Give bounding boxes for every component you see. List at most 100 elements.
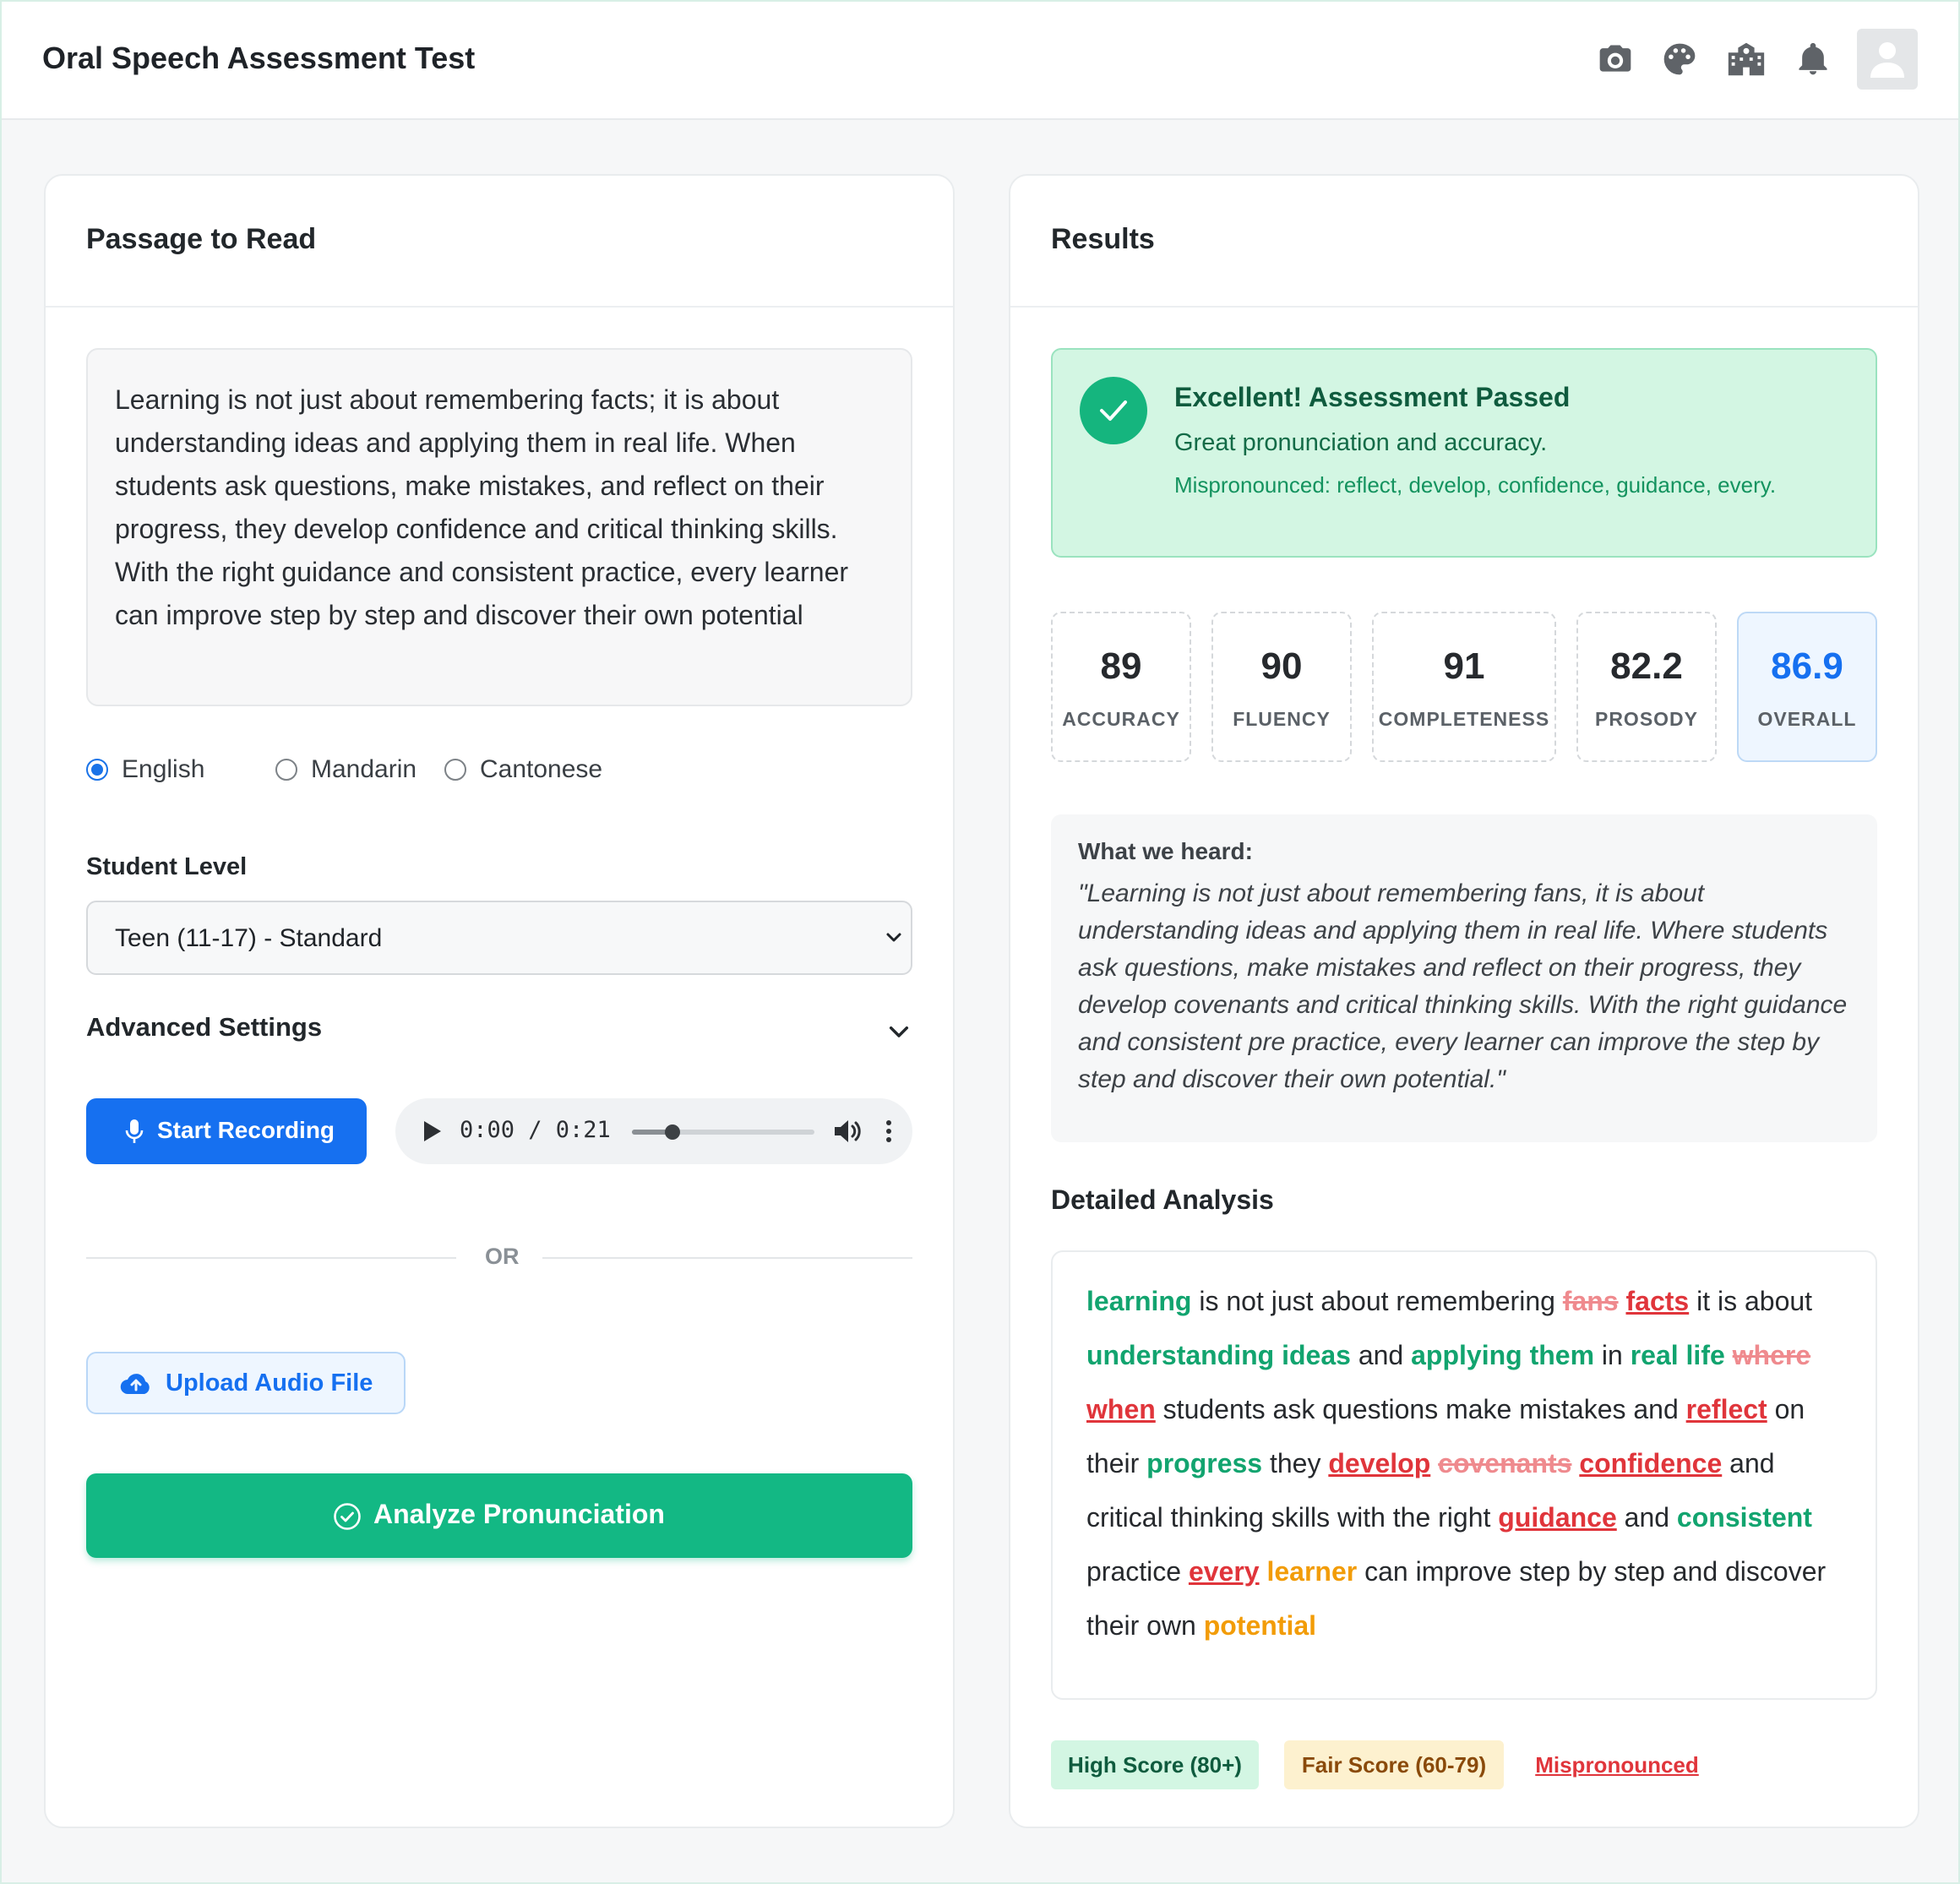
analysis-word-mis: guidance xyxy=(1498,1502,1617,1533)
app-title: Oral Speech Assessment Test xyxy=(42,41,476,75)
score-fluency: 90 FLUENCY xyxy=(1211,612,1352,762)
radio-label-english[interactable]: English xyxy=(122,755,204,784)
more-options-icon[interactable] xyxy=(885,1119,892,1148)
chevron-down-icon xyxy=(885,1019,912,1050)
audio-player: 0:00 / 0:21 xyxy=(395,1098,912,1164)
passage-card: Passage to Read Learning is not just abo… xyxy=(44,174,955,1828)
analysis-word-plain: in xyxy=(1601,1340,1623,1370)
divider-left xyxy=(86,1257,456,1259)
analysis-word-high: consistent xyxy=(1676,1502,1812,1533)
score-value: 86.9 xyxy=(1771,645,1843,687)
user-avatar[interactable] xyxy=(1857,29,1918,90)
results-card-header: Results xyxy=(1010,176,1918,308)
bell-icon[interactable] xyxy=(1794,41,1832,78)
analysis-word-plain: it is about xyxy=(1696,1286,1813,1316)
start-recording-label: Start Recording xyxy=(157,1117,335,1143)
start-recording-button[interactable]: Start Recording xyxy=(86,1098,367,1164)
analysis-word-plain: is not just about remembering xyxy=(1199,1286,1555,1316)
analysis-word-del: where xyxy=(1732,1340,1811,1370)
radio-label-cantonese[interactable]: Cantonese xyxy=(480,755,602,784)
score-value: 90 xyxy=(1260,645,1303,687)
detailed-analysis-title: Detailed Analysis xyxy=(1051,1184,1274,1215)
score-overall: 86.9 OVERALL xyxy=(1737,612,1877,762)
score-label: COMPLETENESS xyxy=(1378,708,1550,730)
score-value: 89 xyxy=(1100,645,1142,687)
analysis-word-plain: students ask questions make mistakes and xyxy=(1162,1394,1679,1424)
analysis-word-plain: they xyxy=(1269,1448,1321,1478)
score-value: 82.2 xyxy=(1610,645,1683,687)
or-divider-text: OR xyxy=(485,1244,520,1269)
analysis-word-high: real life xyxy=(1630,1340,1725,1370)
result-banner-title: Excellent! Assessment Passed xyxy=(1174,382,1571,412)
play-icon[interactable] xyxy=(421,1119,443,1147)
top-bar: Oral Speech Assessment Test xyxy=(2,2,1958,120)
advanced-settings-label: Advanced Settings xyxy=(86,1012,323,1042)
legend-fair-label: Fair Score (60-79) xyxy=(1301,1752,1487,1778)
radio-mandarin[interactable] xyxy=(275,759,297,781)
radio-english[interactable] xyxy=(86,759,108,781)
result-banner-subtitle: Great pronunciation and accuracy. xyxy=(1174,429,1548,456)
advanced-settings-toggle[interactable]: Advanced Settings xyxy=(86,1012,912,1054)
legend-high-label: High Score (80+) xyxy=(1068,1752,1242,1778)
legend-fair-score: Fair Score (60-79) xyxy=(1284,1740,1504,1789)
microphone-icon xyxy=(125,1119,144,1148)
analysis-word-high: understanding ideas xyxy=(1086,1340,1351,1370)
student-level-value: Teen (11-17) - Standard xyxy=(115,924,383,952)
analysis-word-mis: when xyxy=(1086,1394,1156,1424)
analyze-pronunciation-label: Analyze Pronunciation xyxy=(373,1499,665,1529)
legend-mispronounced: Mispronounced xyxy=(1529,1740,1705,1789)
analysis-word-high: progress xyxy=(1146,1448,1263,1478)
legend-mispronounced-label: Mispronounced xyxy=(1535,1752,1699,1778)
passage-text: Learning is not just about remembering f… xyxy=(86,348,912,706)
analyze-pronunciation-button[interactable]: Analyze Pronunciation xyxy=(86,1473,912,1558)
analysis-word-fair: potential xyxy=(1203,1610,1317,1641)
upload-audio-button[interactable]: Upload Audio File xyxy=(86,1352,406,1414)
seek-thumb[interactable] xyxy=(664,1124,680,1140)
seek-bar[interactable] xyxy=(632,1124,814,1140)
analysis-word-mis: reflect xyxy=(1685,1394,1767,1424)
chevron-down-icon xyxy=(884,928,904,952)
analysis-word-plain: practice xyxy=(1086,1556,1182,1587)
passage-card-header: Passage to Read xyxy=(46,176,953,308)
radio-cantonese[interactable] xyxy=(444,759,466,781)
result-banner: Excellent! Assessment Passed Great pronu… xyxy=(1051,348,1877,558)
user-avatar-icon xyxy=(1870,42,1904,78)
detailed-analysis-panel: learning is not just about remembering f… xyxy=(1051,1250,1877,1700)
score-prosody: 82.2 PROSODY xyxy=(1576,612,1717,762)
divider-right xyxy=(542,1257,912,1259)
score-label: FLUENCY xyxy=(1233,708,1331,730)
analysis-word-mis: develop xyxy=(1328,1448,1431,1478)
legend-high-score: High Score (80+) xyxy=(1051,1740,1259,1789)
student-level-label: Student Level xyxy=(86,853,248,880)
analysis-word-plain: and xyxy=(1624,1502,1670,1533)
results-card: Results Excellent! Assessment Passed Gre… xyxy=(1009,174,1919,1828)
results-card-title: Results xyxy=(1051,223,1155,255)
score-accuracy: 89 ACCURACY xyxy=(1051,612,1191,762)
analysis-word-high: applying them xyxy=(1411,1340,1595,1370)
score-value: 91 xyxy=(1443,645,1485,687)
analysis-word-del: covenants xyxy=(1438,1448,1572,1478)
school-icon[interactable] xyxy=(1725,41,1767,78)
student-level-select[interactable]: Teen (11-17) - Standard xyxy=(86,901,912,975)
score-label: PROSODY xyxy=(1594,708,1699,730)
what-we-heard-text: "Learning is not just about remembering … xyxy=(1078,879,1848,1093)
palette-icon[interactable] xyxy=(1661,41,1698,78)
upload-audio-label: Upload Audio File xyxy=(166,1369,373,1397)
player-time: 0:00 / 0:21 xyxy=(460,1117,611,1143)
check-circle-icon xyxy=(333,1502,362,1535)
analysis-word-fair: learner xyxy=(1266,1556,1358,1587)
radio-label-mandarin[interactable]: Mandarin xyxy=(311,755,416,784)
analysis-word-high: learning xyxy=(1086,1286,1192,1316)
camera-icon[interactable] xyxy=(1597,41,1634,78)
score-completeness: 91 COMPLETENESS xyxy=(1372,612,1556,762)
result-banner-detail: Mispronounced: reflect, develop, confide… xyxy=(1174,472,1777,498)
analysis-word-del: fans xyxy=(1562,1286,1619,1316)
score-label: OVERALL xyxy=(1757,708,1857,730)
analysis-word-mis: facts xyxy=(1625,1286,1690,1316)
analysis-word-plain: and xyxy=(1358,1340,1404,1370)
analysis-word-mis: confidence xyxy=(1579,1448,1723,1478)
analysis-word-mis: every xyxy=(1188,1556,1260,1587)
passage-card-title: Passage to Read xyxy=(86,223,317,255)
volume-icon[interactable] xyxy=(833,1119,863,1148)
what-we-heard-label: What we heard: xyxy=(1078,838,1253,864)
